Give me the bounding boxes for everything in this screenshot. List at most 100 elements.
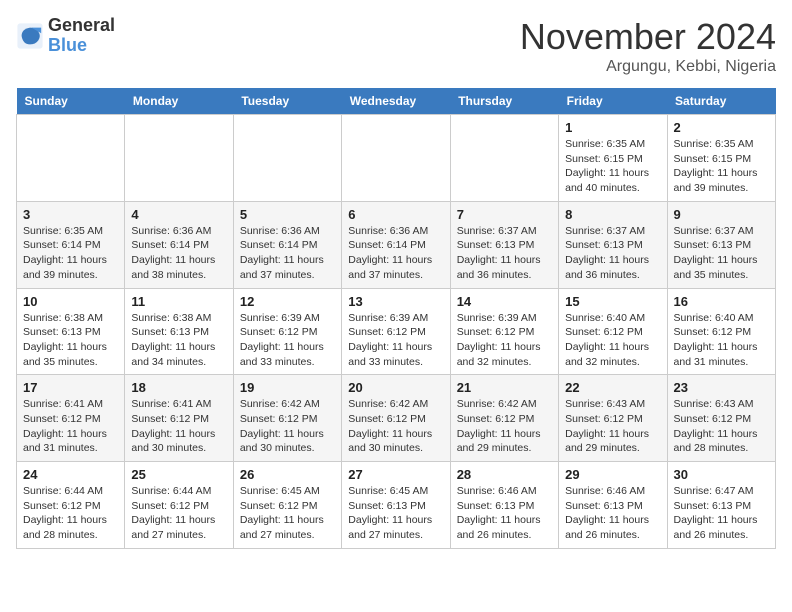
day-info: Sunrise: 6:39 AM Sunset: 6:12 PM Dayligh… — [457, 311, 552, 370]
day-number: 29 — [565, 467, 660, 482]
day-cell: 16 Sunrise: 6:40 AM Sunset: 6:12 PM Dayli… — [667, 288, 775, 375]
day-cell: 2Sunrise: 6:35 AM Sunset: 6:15 PM Daylig… — [667, 115, 775, 202]
month-title: November 2024 — [520, 16, 776, 58]
day-number: 22 — [565, 380, 660, 395]
calendar-table: Sunday Monday Tuesday Wednesday Thursday… — [16, 88, 776, 549]
day-number: 18 — [131, 380, 226, 395]
day-number: 21 — [457, 380, 552, 395]
calendar-header: Sunday Monday Tuesday Wednesday Thursday… — [17, 88, 776, 115]
day-cell: 15 Sunrise: 6:40 AM Sunset: 6:12 PM Dayli… — [559, 288, 667, 375]
day-number: 26 — [240, 467, 335, 482]
day-cell — [17, 115, 125, 202]
day-info: Sunrise: 6:36 AM Sunset: 6:14 PM Dayligh… — [348, 224, 443, 283]
day-info: Sunrise: 6:36 AM Sunset: 6:14 PM Dayligh… — [240, 224, 335, 283]
day-number: 30 — [674, 467, 769, 482]
col-wednesday: Wednesday — [342, 88, 450, 115]
week-row-1: 3 Sunrise: 6:35 AM Sunset: 6:14 PM Daylig… — [17, 201, 776, 288]
day-info: Sunrise: 6:44 AM Sunset: 6:12 PM Dayligh… — [131, 484, 226, 543]
day-number: 4 — [131, 207, 226, 222]
week-row-3: 17 Sunrise: 6:41 AM Sunset: 6:12 PM Dayli… — [17, 375, 776, 462]
col-sunday: Sunday — [17, 88, 125, 115]
header-row: Sunday Monday Tuesday Wednesday Thursday… — [17, 88, 776, 115]
day-number: 16 — [674, 294, 769, 309]
day-cell: 29Sunrise: 6:46 AM Sunset: 6:13 PM Dayli… — [559, 462, 667, 549]
logo: General Blue — [16, 16, 115, 56]
day-number: 19 — [240, 380, 335, 395]
day-info: Sunrise: 6:35 AM Sunset: 6:14 PM Dayligh… — [23, 224, 118, 283]
day-number: 2 — [674, 120, 769, 135]
day-number: 7 — [457, 207, 552, 222]
day-number: 1 — [565, 120, 660, 135]
day-info: Sunrise: 6:44 AM Sunset: 6:12 PM Dayligh… — [23, 484, 118, 543]
day-cell: 30 Sunrise: 6:47 AM Sunset: 6:13 PM Dayli… — [667, 462, 775, 549]
day-cell: 27 Sunrise: 6:45 AM Sunset: 6:13 PM Dayli… — [342, 462, 450, 549]
day-cell: 26 Sunrise: 6:45 AM Sunset: 6:12 PM Dayli… — [233, 462, 341, 549]
day-number: 6 — [348, 207, 443, 222]
logo-line1: General — [48, 16, 115, 36]
day-cell: 1 Sunrise: 6:35 AM Sunset: 6:15 PM Daylig… — [559, 115, 667, 202]
day-cell: 21Sunrise: 6:42 AM Sunset: 6:12 PM Dayli… — [450, 375, 558, 462]
day-cell: 17 Sunrise: 6:41 AM Sunset: 6:12 PM Dayli… — [17, 375, 125, 462]
day-number: 3 — [23, 207, 118, 222]
day-info: Sunrise: 6:39 AM Sunset: 6:12 PM Dayligh… — [240, 311, 335, 370]
day-cell: 28Sunrise: 6:46 AM Sunset: 6:13 PM Dayli… — [450, 462, 558, 549]
day-info: Sunrise: 6:38 AM Sunset: 6:13 PM Dayligh… — [131, 311, 226, 370]
day-cell: 3 Sunrise: 6:35 AM Sunset: 6:14 PM Daylig… — [17, 201, 125, 288]
day-info: Sunrise: 6:39 AM Sunset: 6:12 PM Dayligh… — [348, 311, 443, 370]
week-row-0: 1 Sunrise: 6:35 AM Sunset: 6:15 PM Daylig… — [17, 115, 776, 202]
day-number: 9 — [674, 207, 769, 222]
day-cell: 14 Sunrise: 6:39 AM Sunset: 6:12 PM Dayli… — [450, 288, 558, 375]
day-cell — [125, 115, 233, 202]
day-info: Sunrise: 6:42 AM Sunset: 6:12 PM Dayligh… — [240, 397, 335, 456]
day-number: 17 — [23, 380, 118, 395]
day-number: 14 — [457, 294, 552, 309]
day-cell: 18 Sunrise: 6:41 AM Sunset: 6:12 PM Dayli… — [125, 375, 233, 462]
day-number: 24 — [23, 467, 118, 482]
day-info: Sunrise: 6:46 AM Sunset: 6:13 PM Dayligh… — [457, 484, 552, 543]
col-thursday: Thursday — [450, 88, 558, 115]
day-number: 10 — [23, 294, 118, 309]
day-cell: 25 Sunrise: 6:44 AM Sunset: 6:12 PM Dayli… — [125, 462, 233, 549]
day-info: Sunrise: 6:37 AM Sunset: 6:13 PM Dayligh… — [457, 224, 552, 283]
day-info: Sunrise: 6:38 AM Sunset: 6:13 PM Dayligh… — [23, 311, 118, 370]
day-cell: 19 Sunrise: 6:42 AM Sunset: 6:12 PM Dayli… — [233, 375, 341, 462]
day-number: 11 — [131, 294, 226, 309]
page-header: General Blue November 2024 Argungu, Kebb… — [16, 16, 776, 76]
day-number: 5 — [240, 207, 335, 222]
day-cell: 7 Sunrise: 6:37 AM Sunset: 6:13 PM Daylig… — [450, 201, 558, 288]
day-cell: 22 Sunrise: 6:43 AM Sunset: 6:12 PM Dayli… — [559, 375, 667, 462]
day-info: Sunrise: 6:40 AM Sunset: 6:12 PM Dayligh… — [565, 311, 660, 370]
day-cell: 5 Sunrise: 6:36 AM Sunset: 6:14 PM Daylig… — [233, 201, 341, 288]
day-info: Sunrise: 6:43 AM Sunset: 6:12 PM Dayligh… — [674, 397, 769, 456]
day-number: 8 — [565, 207, 660, 222]
day-cell: 8 Sunrise: 6:37 AM Sunset: 6:13 PM Daylig… — [559, 201, 667, 288]
col-saturday: Saturday — [667, 88, 775, 115]
day-info: Sunrise: 6:37 AM Sunset: 6:13 PM Dayligh… — [565, 224, 660, 283]
week-row-4: 24 Sunrise: 6:44 AM Sunset: 6:12 PM Dayli… — [17, 462, 776, 549]
day-info: Sunrise: 6:45 AM Sunset: 6:13 PM Dayligh… — [348, 484, 443, 543]
day-info: Sunrise: 6:40 AM Sunset: 6:12 PM Dayligh… — [674, 311, 769, 370]
logo-line2: Blue — [48, 36, 115, 56]
col-tuesday: Tuesday — [233, 88, 341, 115]
day-info: Sunrise: 6:45 AM Sunset: 6:12 PM Dayligh… — [240, 484, 335, 543]
day-cell: 11 Sunrise: 6:38 AM Sunset: 6:13 PM Dayli… — [125, 288, 233, 375]
day-number: 15 — [565, 294, 660, 309]
day-info: Sunrise: 6:41 AM Sunset: 6:12 PM Dayligh… — [23, 397, 118, 456]
day-cell: 9Sunrise: 6:37 AM Sunset: 6:13 PM Daylig… — [667, 201, 775, 288]
day-info: Sunrise: 6:35 AM Sunset: 6:15 PM Dayligh… — [565, 137, 660, 196]
day-cell — [342, 115, 450, 202]
day-number: 12 — [240, 294, 335, 309]
day-cell — [233, 115, 341, 202]
day-number: 25 — [131, 467, 226, 482]
col-friday: Friday — [559, 88, 667, 115]
day-number: 27 — [348, 467, 443, 482]
day-info: Sunrise: 6:47 AM Sunset: 6:13 PM Dayligh… — [674, 484, 769, 543]
day-info: Sunrise: 6:43 AM Sunset: 6:12 PM Dayligh… — [565, 397, 660, 456]
day-info: Sunrise: 6:42 AM Sunset: 6:12 PM Dayligh… — [348, 397, 443, 456]
day-cell: 10 Sunrise: 6:38 AM Sunset: 6:13 PM Dayli… — [17, 288, 125, 375]
day-number: 20 — [348, 380, 443, 395]
day-info: Sunrise: 6:41 AM Sunset: 6:12 PM Dayligh… — [131, 397, 226, 456]
calendar-body: 1 Sunrise: 6:35 AM Sunset: 6:15 PM Daylig… — [17, 115, 776, 549]
day-cell: 20 Sunrise: 6:42 AM Sunset: 6:12 PM Dayli… — [342, 375, 450, 462]
day-cell: 6 Sunrise: 6:36 AM Sunset: 6:14 PM Daylig… — [342, 201, 450, 288]
